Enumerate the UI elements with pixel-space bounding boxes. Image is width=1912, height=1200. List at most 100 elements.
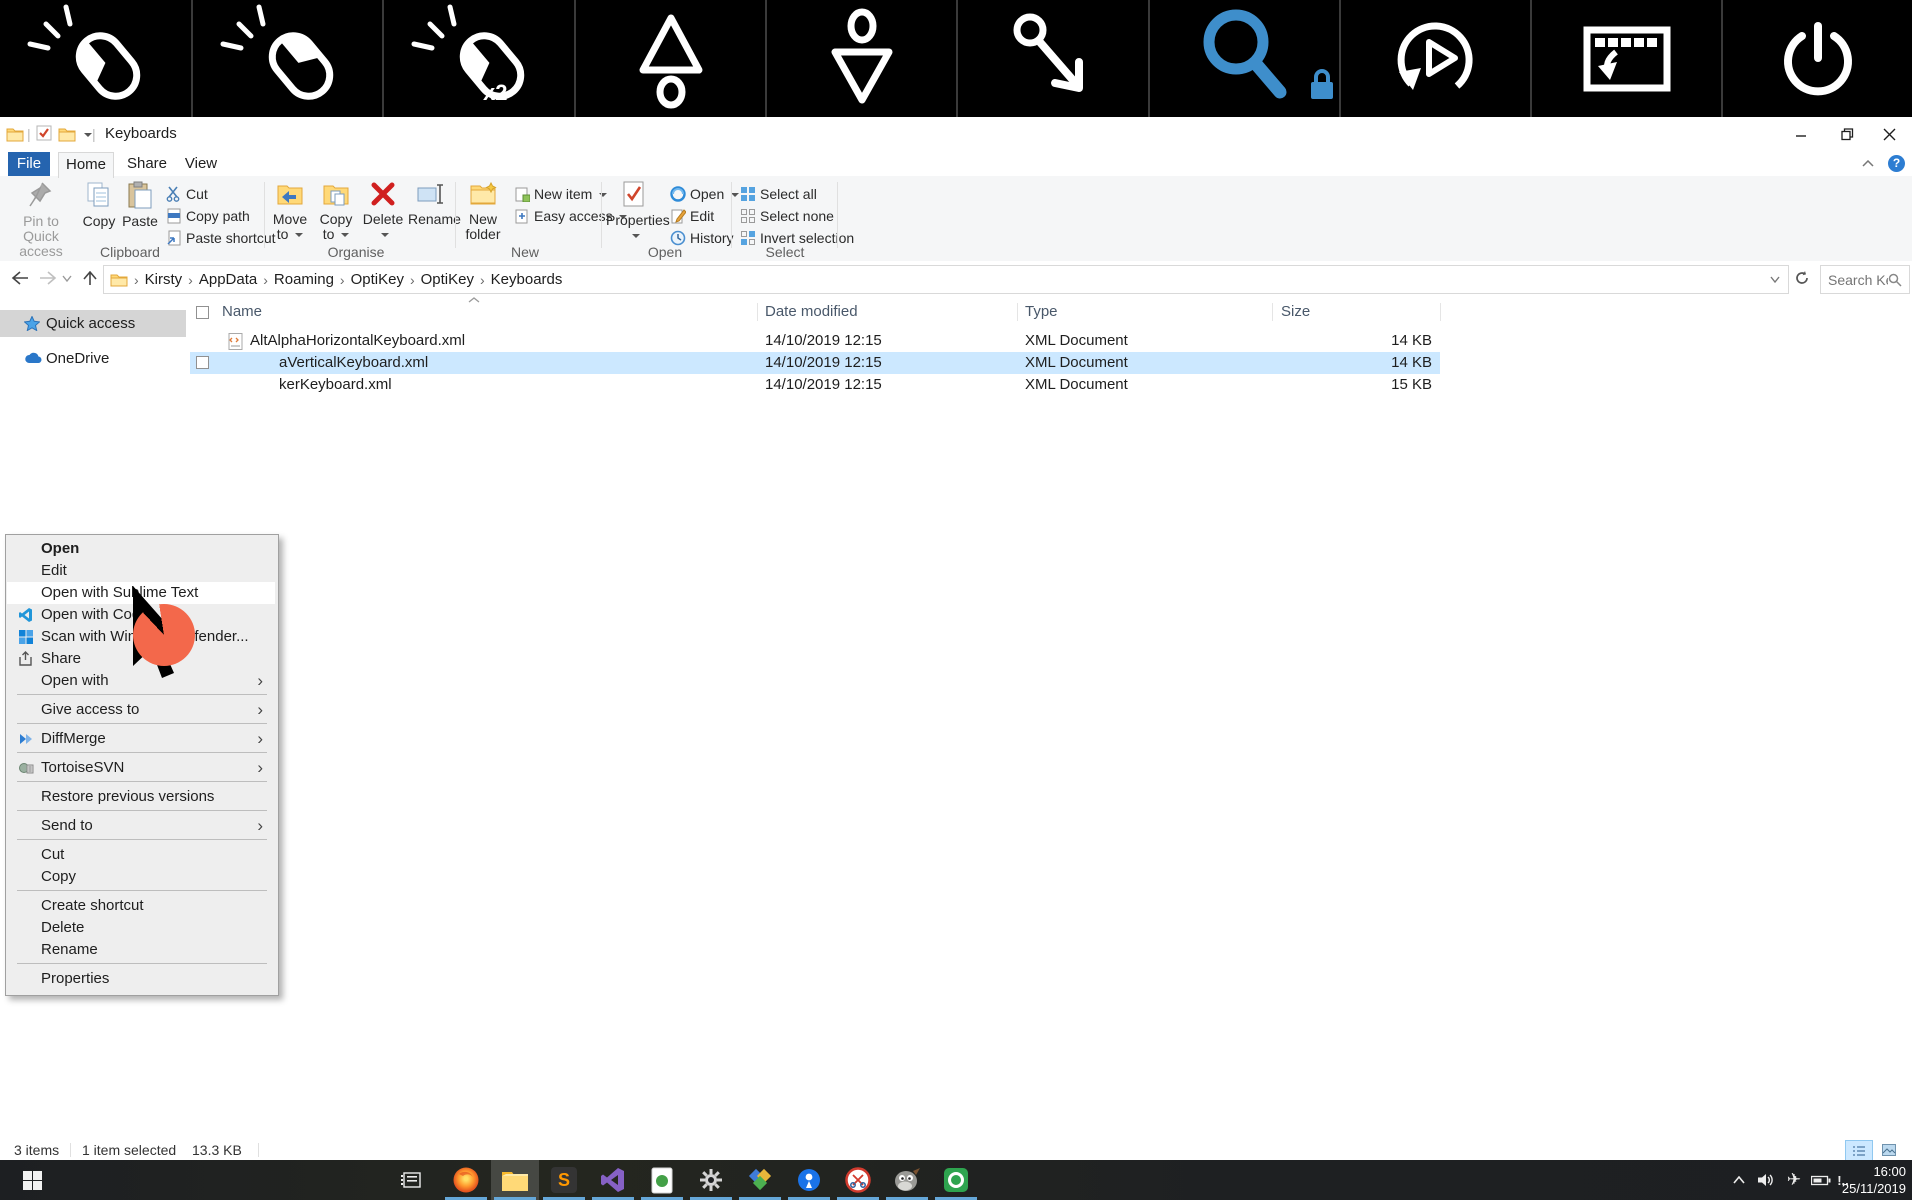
taskbar-app-sublime-text[interactable]: S: [540, 1160, 588, 1200]
taskbar-app-notes[interactable]: [638, 1160, 686, 1200]
menu-item-create-shortcut[interactable]: Create shortcut: [7, 895, 275, 917]
restore-button[interactable]: [1824, 117, 1870, 151]
select-all-button[interactable]: Select all: [740, 184, 817, 204]
details-view-button[interactable]: [1845, 1140, 1873, 1162]
scroll-down-button[interactable]: [765, 0, 958, 117]
task-view-button[interactable]: [388, 1160, 436, 1200]
taskbar-app-optikey[interactable]: [932, 1160, 980, 1200]
rename-button[interactable]: Rename: [408, 181, 454, 227]
tray-battery-icon[interactable]: [1808, 1160, 1834, 1200]
column-divider[interactable]: [757, 303, 758, 321]
menu-item-delete[interactable]: Delete: [7, 917, 275, 939]
copy-path-button[interactable]: Copy path: [166, 206, 250, 226]
column-divider[interactable]: [1272, 303, 1273, 321]
start-button[interactable]: [8, 1160, 56, 1200]
breadcrumb-appdata[interactable]: AppData: [195, 271, 261, 288]
minimize-button[interactable]: [1778, 117, 1824, 151]
dock-keyboard-button[interactable]: [1530, 0, 1723, 117]
taskbar-app-snipping-tool[interactable]: [834, 1160, 882, 1200]
address-bar[interactable]: › Kirsty› AppData› Roaming› OptiKey› Opt…: [103, 265, 1789, 294]
qat-new-folder-button[interactable]: [58, 126, 76, 142]
address-dropdown-icon[interactable]: [1770, 276, 1780, 283]
back-button[interactable]: [8, 266, 32, 290]
collapse-ribbon-icon[interactable]: [1862, 160, 1874, 168]
menu-item-edit[interactable]: Edit: [7, 560, 275, 582]
select-all-checkbox[interactable]: [196, 306, 209, 319]
search-input[interactable]: [1821, 272, 1888, 288]
tray-airplane-mode-icon[interactable]: ✈: [1780, 1160, 1808, 1200]
pin-to-quick-access-button[interactable]: Pin to Quick access: [6, 181, 76, 259]
taskbar-app-file-explorer[interactable]: [491, 1160, 539, 1200]
magnify-button[interactable]: [1148, 0, 1341, 117]
taskbar-app-settings[interactable]: [687, 1160, 735, 1200]
menu-item-diffmerge[interactable]: DiffMerge›: [7, 728, 275, 750]
column-divider[interactable]: [1017, 303, 1018, 321]
open-button[interactable]: Open: [670, 184, 739, 204]
mouse-left-click-button[interactable]: [0, 0, 191, 117]
file-row[interactable]: AltAlphaHorizontalKeyboard.xml 14/10/201…: [190, 330, 1440, 352]
tab-share[interactable]: Share: [124, 152, 170, 176]
new-item-button[interactable]: New item: [514, 184, 607, 204]
repeat-last-action-button[interactable]: [1339, 0, 1532, 117]
menu-item-properties[interactable]: Properties: [7, 968, 275, 990]
breadcrumb-keyboards[interactable]: Keyboards: [487, 271, 567, 288]
new-folder-button[interactable]: New folder: [460, 181, 506, 242]
sidebar-item-onedrive[interactable]: OneDrive: [0, 345, 186, 372]
recent-locations-arrow-icon[interactable]: [60, 266, 74, 290]
paste-shortcut-button[interactable]: Paste shortcut: [166, 228, 276, 248]
tab-home[interactable]: Home: [58, 152, 114, 178]
tab-view[interactable]: View: [180, 152, 222, 176]
search-box[interactable]: [1820, 265, 1910, 294]
column-header-type[interactable]: Type: [1025, 300, 1058, 324]
file-row[interactable]: kerKeyboard.xml 14/10/2019 12:15 XML Doc…: [190, 374, 1440, 396]
menu-item-restore-previous-versions[interactable]: Restore previous versions: [7, 786, 275, 808]
breadcrumb-optikey1[interactable]: OptiKey: [347, 271, 408, 288]
column-header-name[interactable]: Name: [222, 300, 262, 324]
tray-volume-button[interactable]: [1752, 1160, 1780, 1200]
column-divider[interactable]: [1440, 303, 1441, 321]
taskbar-app-diffmerge[interactable]: [736, 1160, 784, 1200]
menu-item-open[interactable]: Open: [7, 538, 275, 560]
menu-item-copy[interactable]: Copy: [7, 866, 275, 888]
edit-button[interactable]: Edit: [670, 206, 714, 226]
taskbar-app-gimp[interactable]: [883, 1160, 931, 1200]
qat-customize-arrow-icon[interactable]: [84, 133, 92, 137]
column-header-date[interactable]: Date modified: [765, 300, 858, 324]
copy-button[interactable]: Copy: [80, 181, 118, 229]
quit-button[interactable]: [1721, 0, 1912, 117]
menu-item-tortoisesvn[interactable]: TortoiseSVN›: [7, 757, 275, 779]
up-button[interactable]: [78, 266, 102, 290]
qat-properties-button[interactable]: [36, 125, 53, 142]
menu-item-send-to[interactable]: Send to›: [7, 815, 275, 837]
taskbar-app-firefox[interactable]: [442, 1160, 490, 1200]
refresh-button[interactable]: [1790, 266, 1814, 290]
breadcrumb-kirsty[interactable]: Kirsty: [141, 271, 187, 288]
sidebar-item-quick-access[interactable]: Quick access: [0, 310, 186, 337]
move-to-button[interactable]: Move to: [268, 181, 312, 242]
menu-item-cut[interactable]: Cut: [7, 844, 275, 866]
help-button[interactable]: ?: [1888, 155, 1905, 172]
mouse-right-click-button[interactable]: [191, 0, 384, 117]
menu-item-rename[interactable]: Rename: [7, 939, 275, 961]
forward-button[interactable]: [36, 266, 60, 290]
paste-button[interactable]: Paste: [120, 181, 160, 229]
thumbnail-view-button[interactable]: [1876, 1140, 1902, 1160]
properties-button[interactable]: Properties: [606, 181, 662, 243]
mouse-drag-button[interactable]: [956, 0, 1149, 117]
taskbar-clock[interactable]: 16:00 25/11/2019: [1842, 1163, 1906, 1197]
taskbar-app-visual-studio[interactable]: [589, 1160, 637, 1200]
cut-button[interactable]: Cut: [166, 184, 208, 204]
tab-file[interactable]: File: [8, 152, 50, 176]
delete-button[interactable]: Delete: [360, 181, 406, 242]
breadcrumb-optikey2[interactable]: OptiKey: [417, 271, 478, 288]
copy-to-button[interactable]: Copy to: [314, 181, 358, 242]
row-checkbox[interactable]: [196, 356, 209, 369]
tray-expand-button[interactable]: [1726, 1160, 1752, 1200]
taskbar-app-maps[interactable]: [785, 1160, 833, 1200]
column-header-size[interactable]: Size: [1281, 300, 1310, 324]
file-row-selected[interactable]: aVerticalKeyboard.xml 14/10/2019 12:15 X…: [190, 352, 1440, 374]
select-none-button[interactable]: Select none: [740, 206, 834, 226]
breadcrumb-roaming[interactable]: Roaming: [270, 271, 338, 288]
menu-item-give-access-to[interactable]: Give access to›: [7, 699, 275, 721]
scroll-up-button[interactable]: [574, 0, 767, 117]
